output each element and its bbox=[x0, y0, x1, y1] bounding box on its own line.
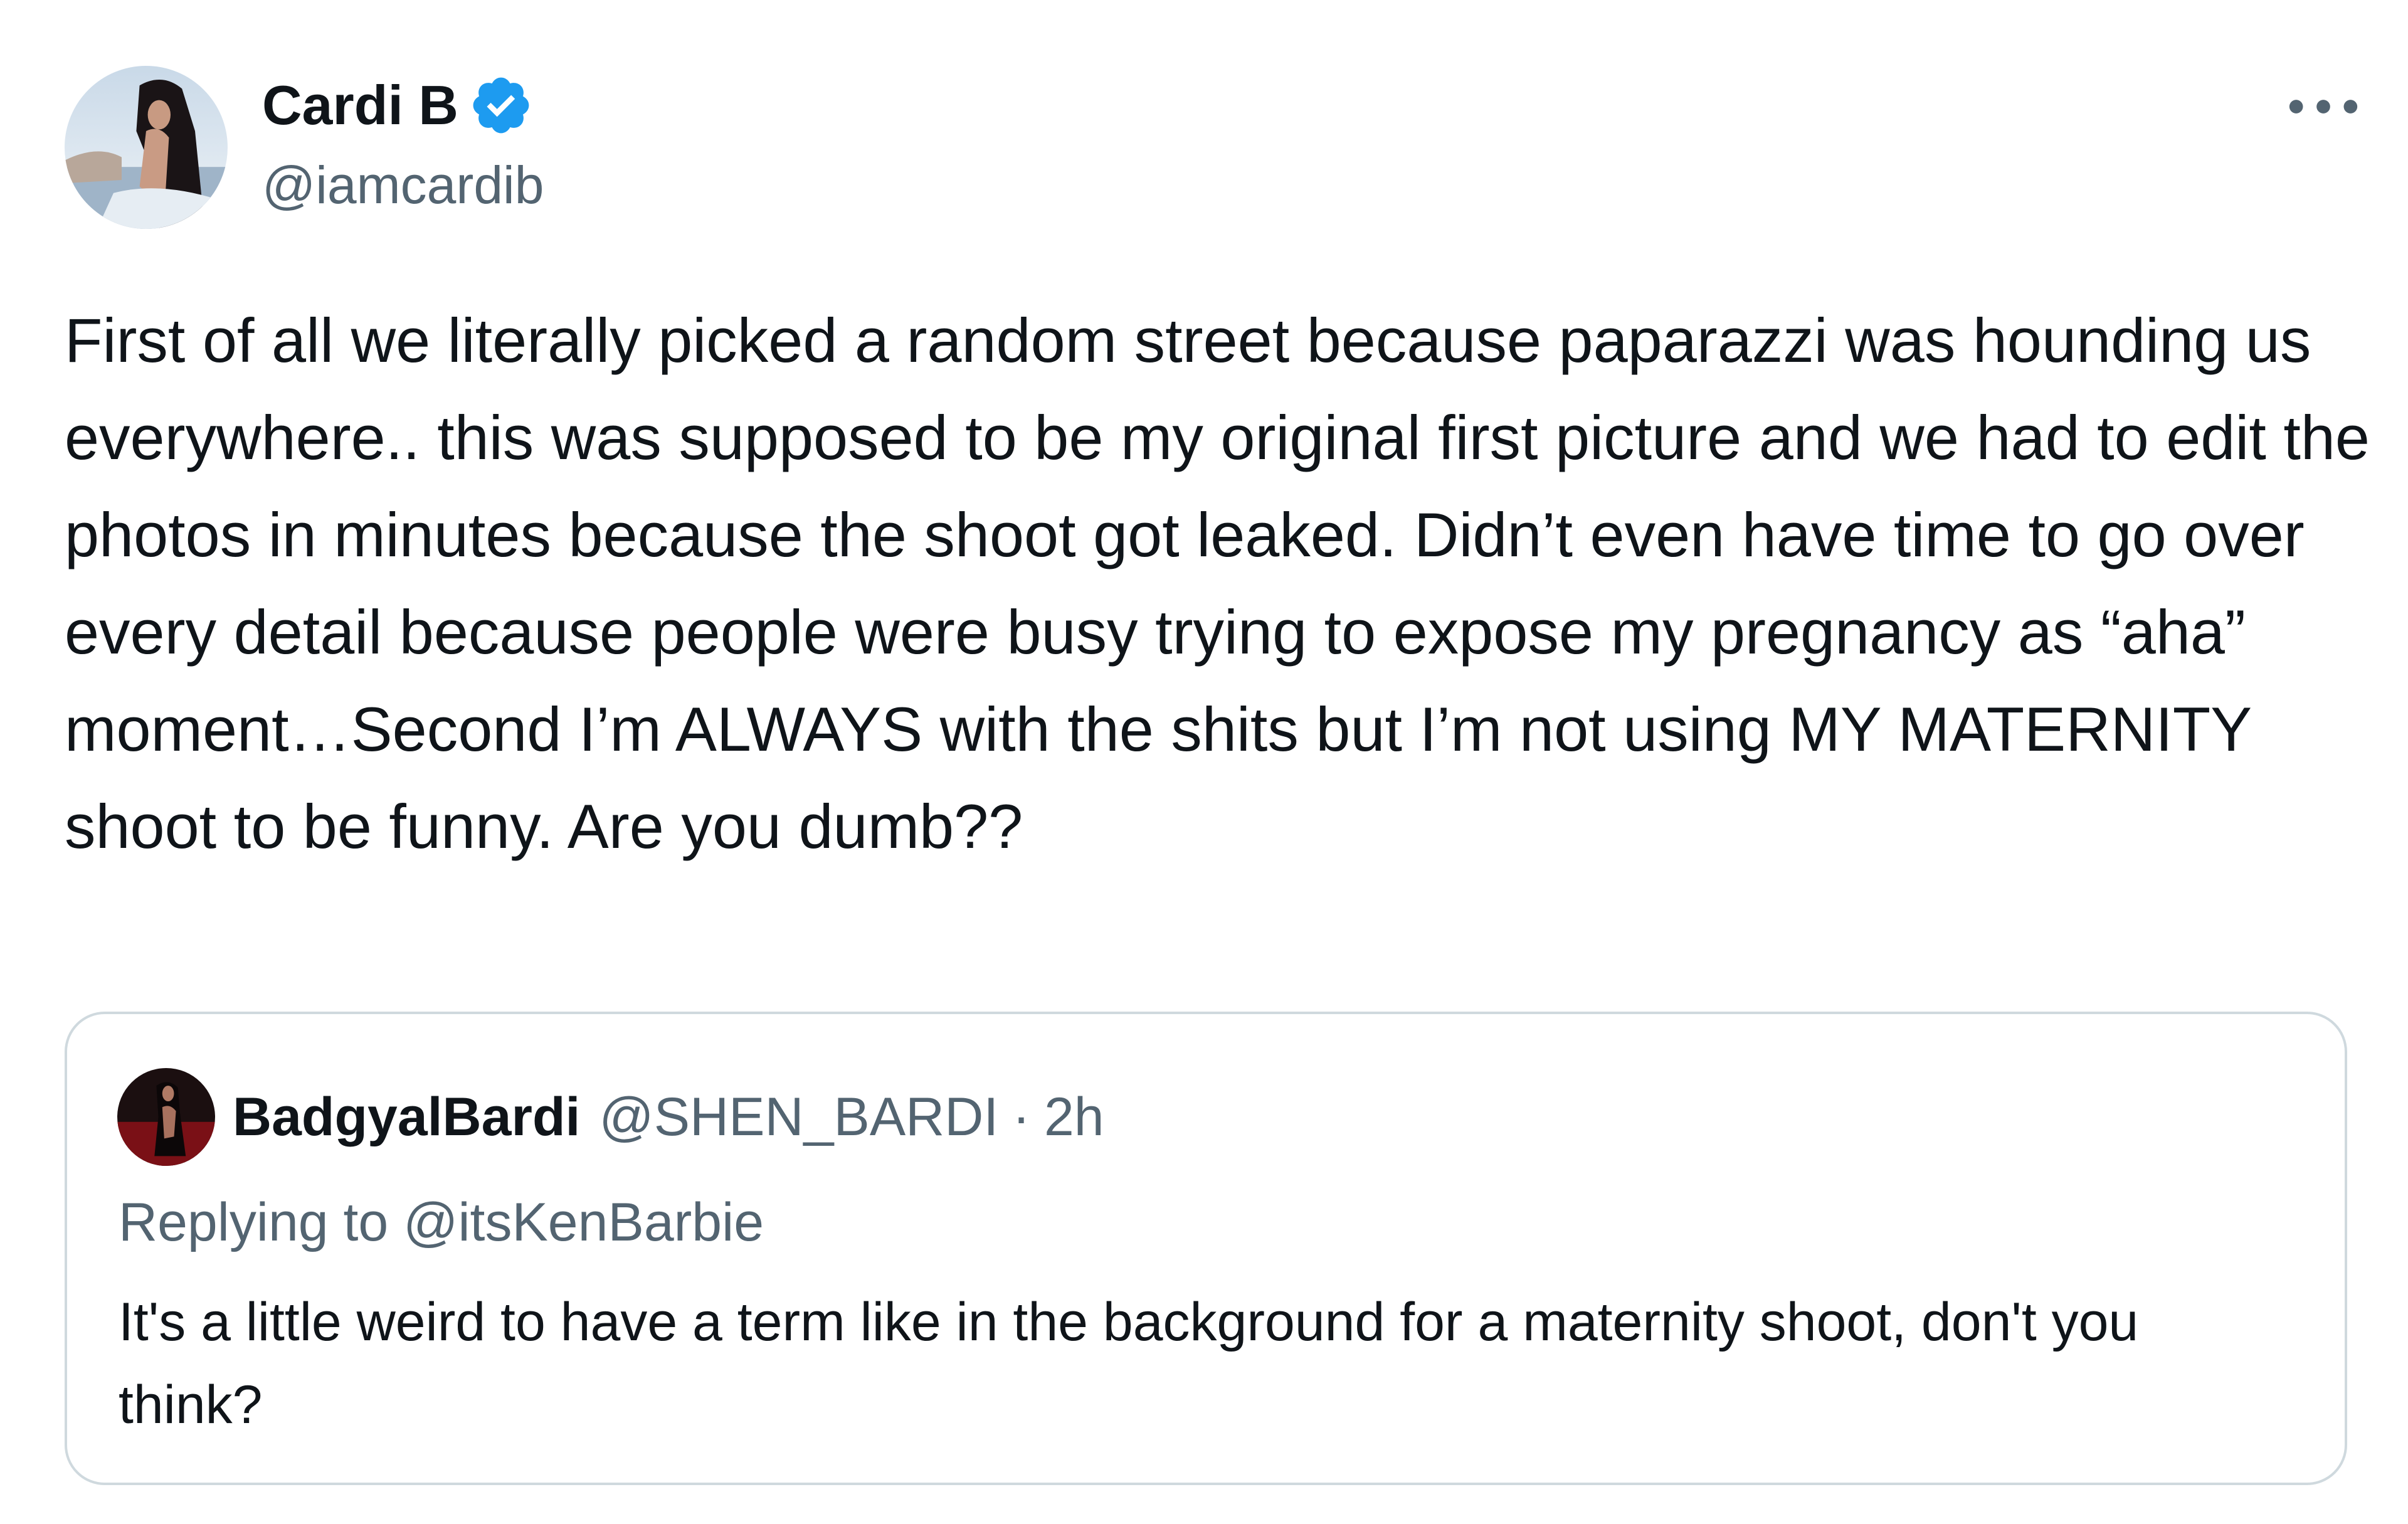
quoted-tweet-text: It's a little weird to have a term like … bbox=[119, 1292, 2154, 1435]
tweet-text: First of all we literally picked a rando… bbox=[65, 305, 2387, 861]
quoted-tweet-card[interactable]: BadgyalBardi @SHEN_BARDI · 2h Replying t… bbox=[65, 1012, 2347, 1485]
author-display-name[interactable]: Cardi B bbox=[262, 73, 458, 137]
author-name-row: Cardi B bbox=[262, 69, 534, 141]
separator-dot: · bbox=[1012, 1086, 1030, 1147]
replying-to-label: Replying to @itsKenBarbie bbox=[119, 1192, 764, 1252]
quoted-author-avatar[interactable] bbox=[117, 1068, 215, 1166]
more-options-button[interactable] bbox=[2283, 78, 2364, 135]
quoted-tweet-timestamp[interactable]: 2h bbox=[1044, 1086, 1104, 1148]
tweet-card: Cardi B @iamcardib First of all we liter… bbox=[0, 0, 2408, 1524]
author-handle[interactable]: @iamcardib bbox=[262, 151, 544, 220]
quoted-author-display-name[interactable]: BadgyalBardi bbox=[233, 1086, 580, 1148]
author-avatar-image bbox=[65, 66, 228, 229]
quoted-tweet-header: BadgyalBardi @SHEN_BARDI · 2h bbox=[117, 1067, 1104, 1167]
author-avatar[interactable] bbox=[65, 66, 228, 229]
quoted-author-handle[interactable]: @SHEN_BARDI bbox=[599, 1086, 998, 1148]
verified-badge-icon bbox=[468, 73, 534, 138]
more-options-icon bbox=[2289, 100, 2358, 114]
quoted-author-avatar-image bbox=[117, 1068, 215, 1166]
